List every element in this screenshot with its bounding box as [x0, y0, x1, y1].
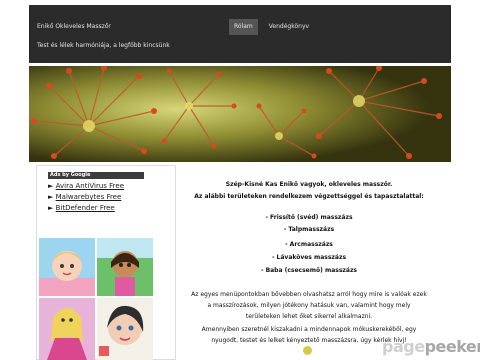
paragraph-text: Amennyiben szeretnél kiszakadni a minden… [201, 326, 417, 333]
game-thumbnails [39, 238, 153, 360]
paragraph-text: területeken lehet őket sikerrel alkalmaz… [245, 313, 373, 320]
service-item: - Arcmasszázs [285, 241, 333, 248]
main-content: Szép-Kisné Kas Enikő vagyok, okleveles m… [176, 165, 442, 360]
intro-text: Szép-Kisné Kas Enikő vagyok, okleveles m… [225, 181, 393, 188]
watermark-text: peeker [424, 337, 480, 356]
ad-link-label: Avira AntiVirus Free [55, 182, 125, 190]
game-thumbnail[interactable] [39, 238, 95, 296]
arrow-icon: ► [48, 193, 56, 201]
game-thumbnail[interactable] [97, 298, 153, 360]
site-title[interactable]: Enikő Okleveles Masszőr [37, 23, 111, 30]
arrow-icon: ► [48, 182, 56, 190]
service-item: - Talpmasszázs [283, 226, 335, 233]
ads-by-google-label[interactable]: Ads by Google [48, 172, 144, 179]
girl-explorer-image [97, 238, 153, 296]
girl-face-image [99, 305, 144, 356]
ad-link-label: Malwarebytes Free [55, 193, 122, 201]
header-banner-image [29, 66, 451, 162]
ad-link-label: BitDefender Free [55, 204, 115, 212]
princess-cartoon-image [47, 308, 87, 360]
paragraph-text: a masszírozások, milyen jótékony hatásuk… [207, 302, 411, 309]
pagepeeker-watermark: pagepeeker [382, 337, 480, 356]
arrow-icon: ► [48, 204, 56, 212]
intro-text: Az alábbi területeken rendelkezem végzet… [194, 193, 424, 200]
ad-link-malwarebytes[interactable]: ► Malwarebytes Free [48, 193, 121, 202]
sundew-plant-image [29, 66, 451, 162]
paragraph-text: Az egyes menüpontokban bővebben olvashat… [191, 291, 427, 298]
service-item: - Frissítő (svéd) masszázs [265, 214, 353, 221]
smiley-icon [303, 346, 312, 355]
main-nav: Rólam Vendégkönyv [229, 19, 314, 35]
service-item: - Lávaköves masszázs [271, 254, 347, 261]
ad-link-avira[interactable]: ► Avira AntiVirus Free [48, 182, 124, 191]
game-thumbnail[interactable] [39, 298, 95, 360]
baby-cartoon-image [39, 251, 95, 296]
nav-item-vendegkonyv[interactable]: Vendégkönyv [264, 19, 314, 35]
watermark-text: page [382, 337, 425, 356]
service-item: - Baba (csecsemő) masszázs [260, 267, 358, 274]
ad-link-bitdefender[interactable]: ► BitDefender Free [48, 204, 115, 213]
site-tagline: Test és lélek harmóniája, a legfőbb kinc… [37, 42, 170, 49]
site-header: Enikő Okleveles Masszőr Test és lélek ha… [29, 5, 451, 63]
game-thumbnail[interactable] [97, 238, 153, 296]
nav-item-rolam[interactable]: Rólam [229, 19, 258, 35]
